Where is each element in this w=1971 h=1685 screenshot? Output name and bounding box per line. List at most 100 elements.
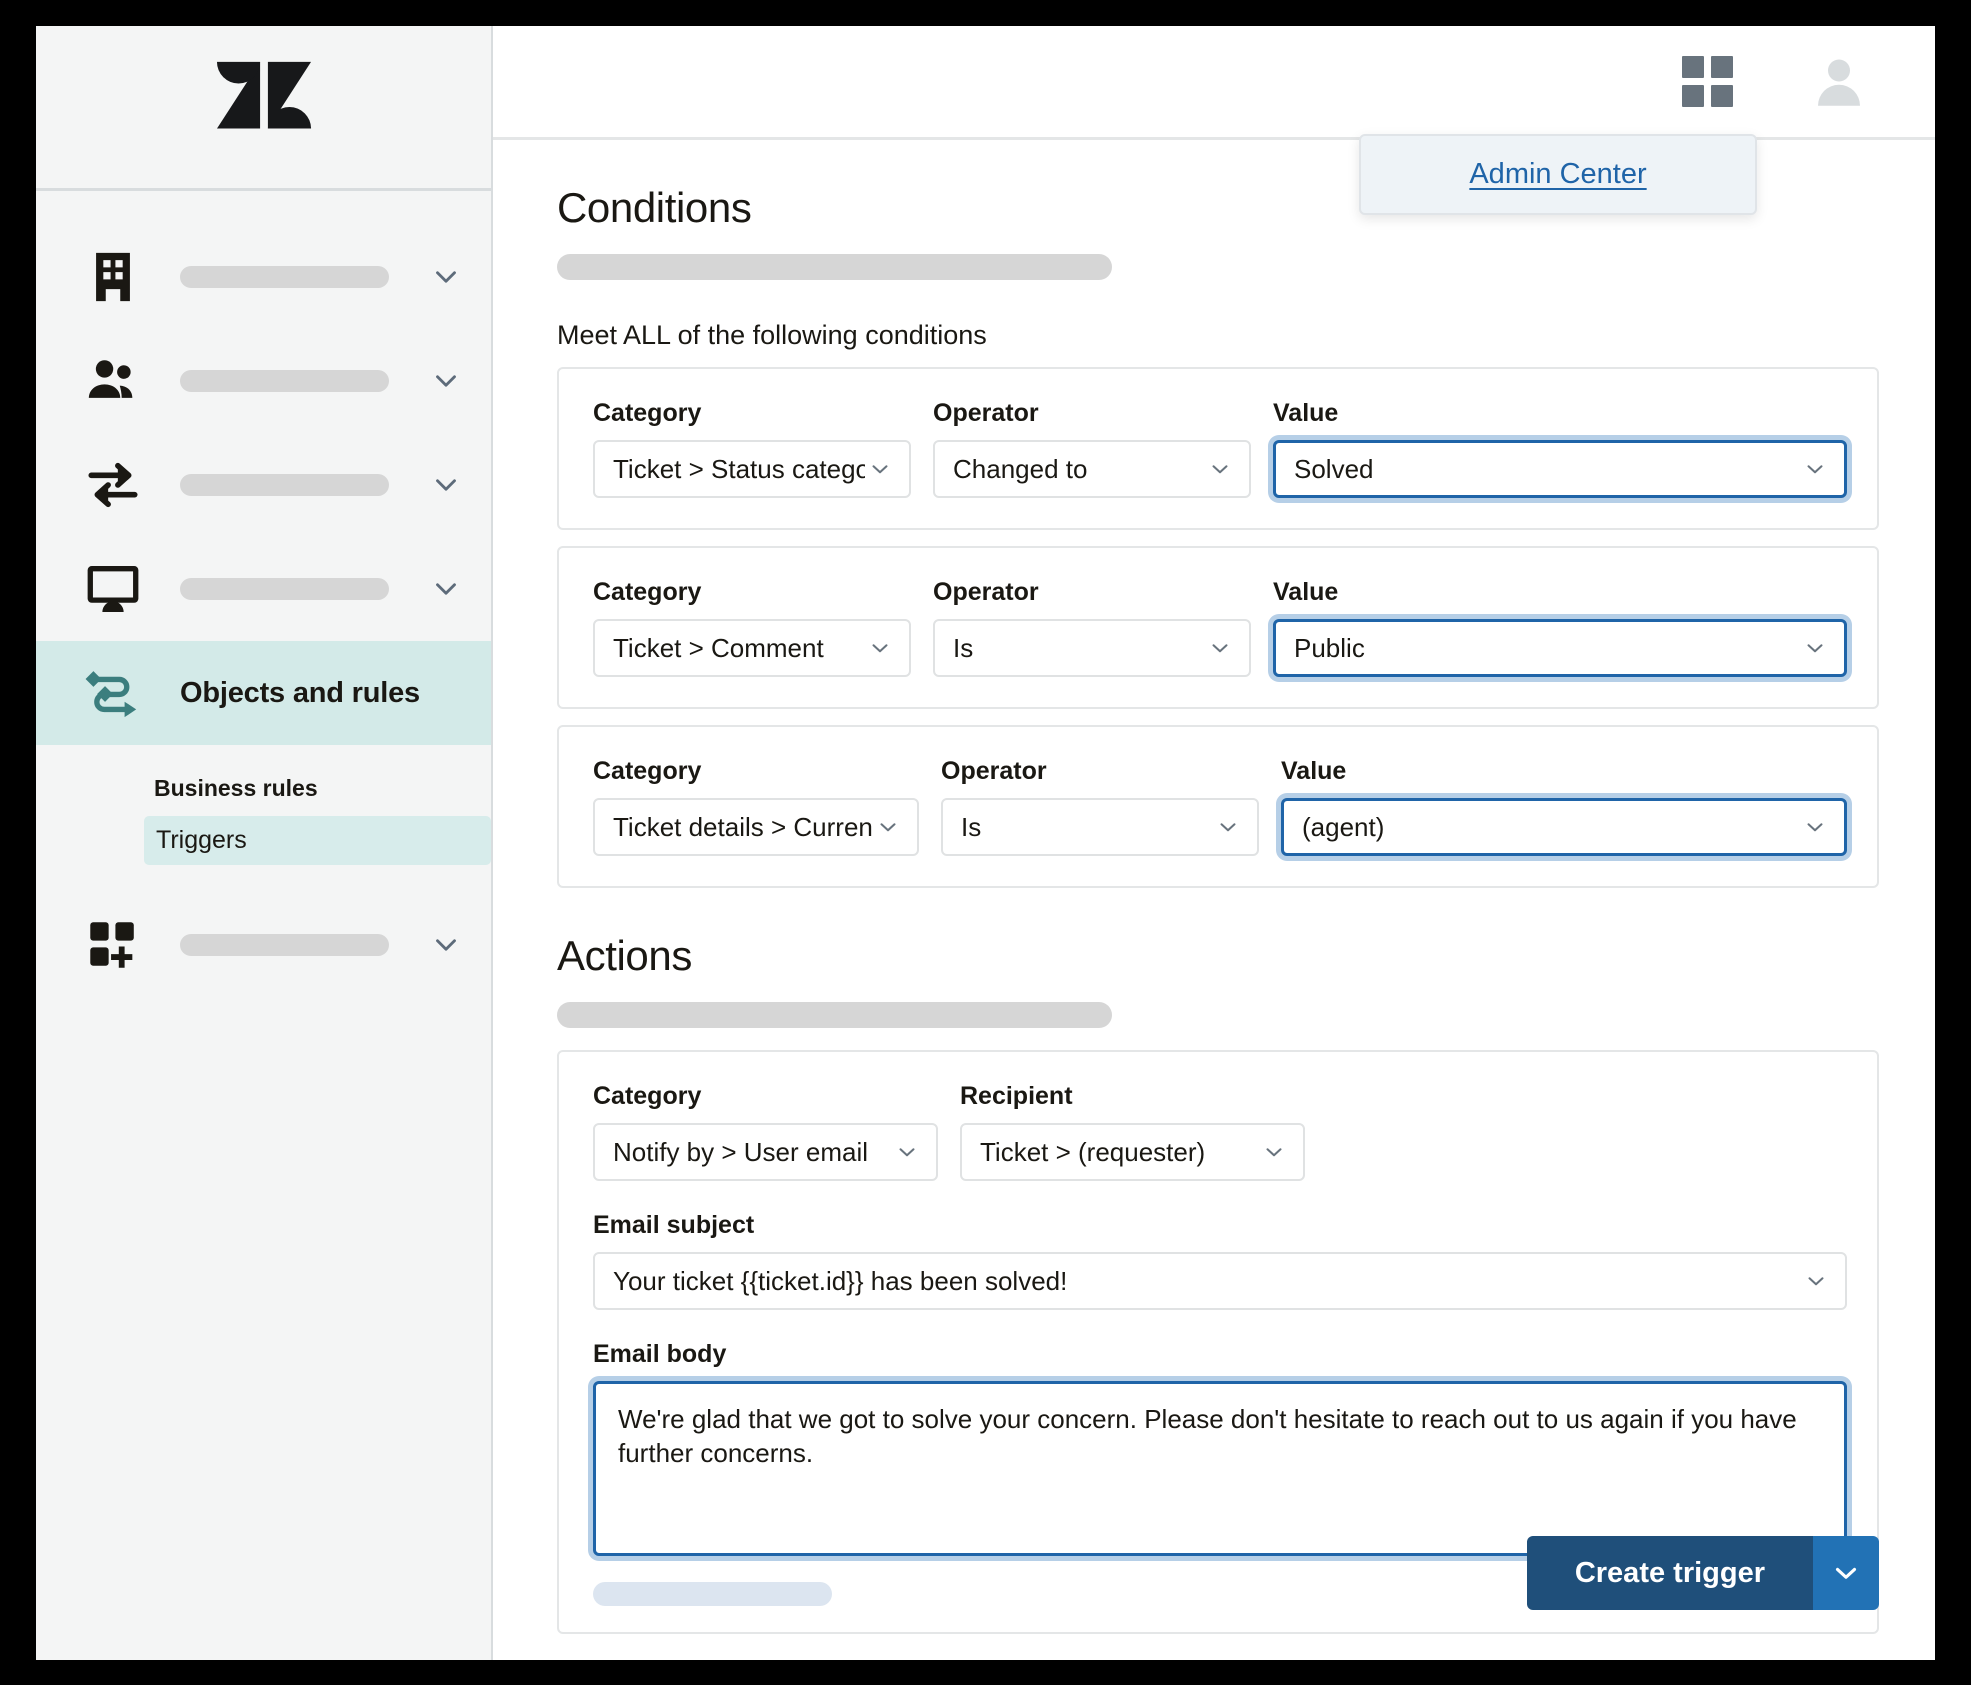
apps-add-icon: [82, 914, 144, 976]
condition-category-select[interactable]: Ticket > Status category: [593, 440, 911, 498]
footer-actions: Create trigger: [1526, 1536, 1879, 1610]
zendesk-logo-icon: [215, 58, 313, 156]
field-label-category: Category: [593, 578, 702, 606]
condition-operator-value: Changed to: [953, 453, 1088, 484]
condition-value-select[interactable]: Solved: [1273, 440, 1847, 498]
condition-operator-select[interactable]: Is: [941, 798, 1259, 856]
sidebar-item-placeholder: [180, 934, 389, 956]
action-category-select[interactable]: Notify by > User email: [593, 1123, 938, 1181]
chevron-down-icon: [873, 814, 903, 840]
field-label-category: Category: [593, 757, 702, 785]
sidebar-item-label: Objects and rules: [180, 676, 420, 709]
actions-description-placeholder: [557, 1002, 1112, 1028]
sidebar-item-people[interactable]: [36, 329, 491, 433]
email-body-helper-placeholder: [593, 1582, 832, 1606]
condition-row: Category Ticket details > Current user O…: [593, 757, 1847, 856]
chevron-down-icon[interactable]: [429, 364, 463, 398]
sidebar-item-workspaces[interactable]: [36, 537, 491, 641]
email-body-textarea[interactable]: We're glad that we got to solve your con…: [593, 1381, 1847, 1556]
chevron-down-icon: [1803, 1268, 1829, 1294]
condition-operator-group: Operator Is: [941, 757, 1259, 856]
field-label-value: Value: [1273, 399, 1339, 427]
chevron-down-icon: [892, 1139, 922, 1165]
action-category-value: Notify by > User email: [613, 1136, 869, 1167]
sidebar-item-placeholder: [180, 266, 389, 288]
action-recipient-select[interactable]: Ticket > (requester): [960, 1123, 1305, 1181]
chevron-down-icon: [865, 456, 895, 482]
condition-value-group: Value Solved: [1273, 399, 1847, 498]
condition-operator-value: Is: [953, 632, 974, 663]
admin-center-popup: Admin Center: [1359, 134, 1757, 215]
chevron-down-icon[interactable]: [429, 572, 463, 606]
field-label-category: Category: [593, 399, 702, 427]
condition-category-select[interactable]: Ticket > Comment: [593, 619, 911, 677]
sidebar-item-objects-and-rules[interactable]: Objects and rules: [36, 641, 491, 745]
grid-cell: [1711, 56, 1733, 78]
condition-category-select[interactable]: Ticket details > Current user: [593, 798, 919, 856]
create-trigger-dropdown-button[interactable]: [1813, 1536, 1879, 1610]
condition-value-value: Solved: [1294, 453, 1374, 484]
sidebar-item-placeholder: [180, 370, 389, 392]
chevron-down-icon[interactable]: [429, 260, 463, 294]
content-area: Conditions Meet ALL of the following con…: [493, 140, 1935, 1660]
condition-row: Category Ticket > Comment Operator Is Va…: [593, 578, 1847, 677]
chevron-down-icon[interactable]: [429, 468, 463, 502]
email-subject-input[interactable]: Your ticket {{ticket.id}} has been solve…: [593, 1252, 1847, 1310]
chevron-down-icon: [1800, 635, 1830, 661]
conditions-meet-all-text: Meet ALL of the following conditions: [557, 320, 987, 350]
chevron-down-icon: [1205, 635, 1235, 661]
condition-category-value: Ticket details > Current user: [613, 811, 873, 842]
sidebar-item-triggers[interactable]: Triggers: [144, 816, 491, 865]
condition-operator-group: Operator Is: [933, 578, 1251, 677]
grid-cell: [1682, 85, 1704, 107]
field-label-email-body: Email body: [593, 1340, 727, 1368]
condition-operator-select[interactable]: Is: [933, 619, 1251, 677]
field-label-category: Category: [593, 1082, 702, 1110]
sidebar-item-channels[interactable]: [36, 433, 491, 537]
chevron-down-icon: [1213, 814, 1243, 840]
conditions-description-placeholder: [557, 254, 1112, 280]
chevron-down-icon[interactable]: [429, 928, 463, 962]
condition-value-select[interactable]: Public: [1273, 619, 1847, 677]
action-recipient-group: Recipient Ticket > (requester): [960, 1082, 1305, 1181]
condition-category-group: Category Ticket > Status category: [593, 399, 911, 498]
action-row: Category Notify by > User email Recipien…: [593, 1082, 1847, 1181]
condition-category-group: Category Ticket details > Current user: [593, 757, 919, 856]
sidebar-item-placeholder: [180, 474, 389, 496]
top-bar: [493, 26, 1935, 140]
sidebar-item-placeholder: [180, 578, 389, 600]
condition-value-value: Public: [1294, 632, 1365, 663]
field-label-operator: Operator: [933, 578, 1039, 606]
people-icon: [82, 350, 144, 412]
user-avatar-icon[interactable]: [1809, 52, 1869, 112]
sidebar-subheader-business-rules: Business rules: [154, 775, 318, 801]
condition-category-group: Category Ticket > Comment: [593, 578, 911, 677]
chevron-down-icon: [1205, 456, 1235, 482]
condition-card: Category Ticket details > Current user O…: [557, 725, 1879, 888]
condition-value-select[interactable]: (agent): [1281, 798, 1847, 856]
field-label-operator: Operator: [941, 757, 1047, 785]
actions-title: Actions: [557, 932, 692, 979]
sidebar-item-account[interactable]: [36, 225, 491, 329]
action-recipient-value: Ticket > (requester): [980, 1136, 1206, 1167]
email-subject-value: Your ticket {{ticket.id}} has been solve…: [613, 1265, 1068, 1296]
condition-operator-select[interactable]: Changed to: [933, 440, 1251, 498]
action-category-group: Category Notify by > User email: [593, 1082, 938, 1181]
condition-card: Category Ticket > Comment Operator Is Va…: [557, 546, 1879, 709]
create-trigger-button[interactable]: Create trigger: [1526, 1536, 1813, 1610]
chevron-down-icon: [1259, 1139, 1289, 1165]
condition-category-value: Ticket > Comment: [613, 632, 824, 663]
chevron-down-icon: [1800, 814, 1830, 840]
sidebar-item-apps[interactable]: [36, 893, 491, 997]
admin-center-link[interactable]: Admin Center: [1469, 158, 1646, 190]
grid-apps-icon[interactable]: [1682, 56, 1733, 107]
sidebar-logo-container: [36, 26, 491, 191]
field-label-value: Value: [1273, 578, 1339, 606]
chevron-down-icon: [865, 635, 895, 661]
condition-row: Category Ticket > Status category Operat…: [593, 399, 1847, 498]
objects-rules-icon: [82, 662, 144, 724]
sidebar: Objects and rules Business rules Trigger…: [36, 26, 493, 1660]
grid-cell: [1682, 56, 1704, 78]
grid-cell: [1711, 85, 1733, 107]
app-window: Objects and rules Business rules Trigger…: [36, 26, 1935, 1660]
